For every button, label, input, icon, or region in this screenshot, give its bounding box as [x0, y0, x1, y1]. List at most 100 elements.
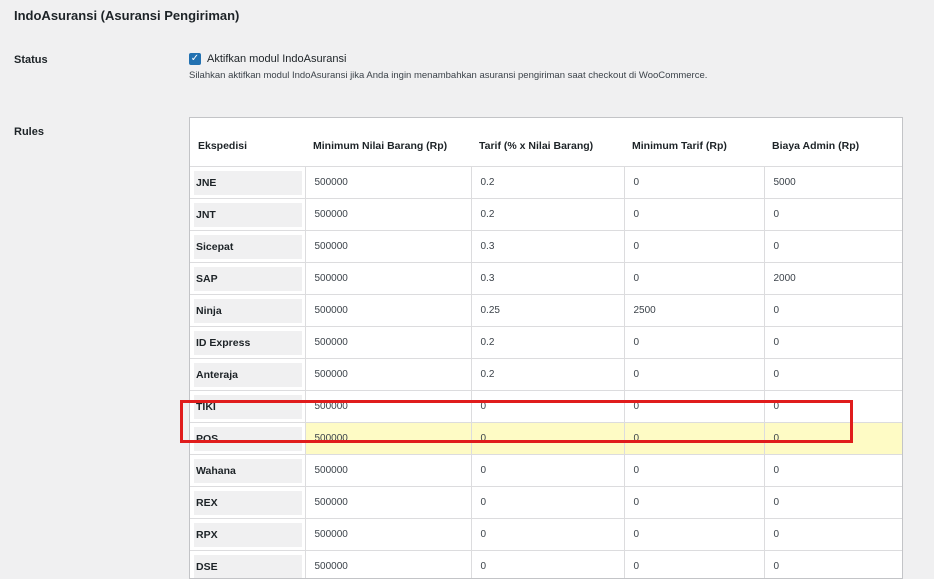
- tarif-input[interactable]: 0.3: [471, 263, 624, 295]
- checkmark-icon: ✓: [191, 53, 199, 65]
- table-row: Ninja5000000.2525000: [190, 295, 902, 327]
- status-label: Status: [14, 54, 48, 66]
- biaya-admin-input[interactable]: 0: [764, 199, 902, 231]
- min-nilai-input[interactable]: 500000: [305, 167, 471, 199]
- expedition-cell: JNT: [190, 199, 305, 231]
- tarif-input[interactable]: 0.25: [471, 295, 624, 327]
- min-nilai-input[interactable]: 500000: [305, 519, 471, 551]
- expedition-cell: Sicepat: [190, 231, 305, 263]
- table-header-row: Ekspedisi Minimum Nilai Barang (Rp) Tari…: [190, 118, 902, 167]
- status-checkbox-row[interactable]: ✓ Aktifkan modul IndoAsuransi: [189, 53, 346, 65]
- biaya-admin-input[interactable]: 0: [764, 423, 902, 455]
- min-nilai-input[interactable]: 500000: [305, 391, 471, 423]
- min-tarif-input[interactable]: 0: [624, 327, 764, 359]
- rules-table-body: JNE5000000.205000JNT5000000.200Sicepat50…: [190, 167, 902, 579]
- min-nilai-input[interactable]: 500000: [305, 423, 471, 455]
- column-header-min-nilai: Minimum Nilai Barang (Rp): [305, 118, 471, 167]
- table-row: POS500000000: [190, 423, 902, 455]
- expedition-cell: POS: [190, 423, 305, 455]
- table-row: REX500000000: [190, 487, 902, 519]
- expedition-cell: ID Express: [190, 327, 305, 359]
- table-row: Anteraja5000000.200: [190, 359, 902, 391]
- tarif-input[interactable]: 0: [471, 551, 624, 579]
- min-tarif-input[interactable]: 0: [624, 391, 764, 423]
- table-row: Wahana500000000: [190, 455, 902, 487]
- min-tarif-input[interactable]: 0: [624, 359, 764, 391]
- table-row: SAP5000000.302000: [190, 263, 902, 295]
- tarif-input[interactable]: 0: [471, 423, 624, 455]
- expedition-name: SAP: [194, 267, 302, 291]
- min-nilai-input[interactable]: 500000: [305, 199, 471, 231]
- biaya-admin-input[interactable]: 0: [764, 359, 902, 391]
- column-header-biaya-admin: Biaya Admin (Rp): [764, 118, 902, 167]
- expedition-cell: Wahana: [190, 455, 305, 487]
- table-row: TIKI500000000: [190, 391, 902, 423]
- enable-module-checkbox[interactable]: ✓: [189, 53, 201, 65]
- biaya-admin-input[interactable]: 0: [764, 327, 902, 359]
- biaya-admin-input[interactable]: 0: [764, 295, 902, 327]
- expedition-cell: SAP: [190, 263, 305, 295]
- expedition-name: REX: [194, 491, 302, 515]
- expedition-cell: RPX: [190, 519, 305, 551]
- min-nilai-input[interactable]: 500000: [305, 295, 471, 327]
- enable-module-label[interactable]: Aktifkan modul IndoAsuransi: [207, 53, 346, 65]
- tarif-input[interactable]: 0: [471, 455, 624, 487]
- min-nilai-input[interactable]: 500000: [305, 263, 471, 295]
- min-nilai-input[interactable]: 500000: [305, 455, 471, 487]
- expedition-name: Sicepat: [194, 235, 302, 259]
- rules-table: Ekspedisi Minimum Nilai Barang (Rp) Tari…: [190, 118, 902, 579]
- expedition-name: DSE: [194, 555, 302, 579]
- expedition-name: JNE: [194, 171, 302, 195]
- tarif-input[interactable]: 0.2: [471, 327, 624, 359]
- expedition-cell: TIKI: [190, 391, 305, 423]
- biaya-admin-input[interactable]: 0: [764, 487, 902, 519]
- tarif-input[interactable]: 0.2: [471, 199, 624, 231]
- biaya-admin-input[interactable]: 2000: [764, 263, 902, 295]
- table-row: JNT5000000.200: [190, 199, 902, 231]
- min-tarif-input[interactable]: 0: [624, 231, 764, 263]
- biaya-admin-input[interactable]: 5000: [764, 167, 902, 199]
- expedition-name: JNT: [194, 203, 302, 227]
- tarif-input[interactable]: 0.3: [471, 231, 624, 263]
- min-nilai-input[interactable]: 500000: [305, 327, 471, 359]
- min-tarif-input[interactable]: 0: [624, 423, 764, 455]
- expedition-cell: Anteraja: [190, 359, 305, 391]
- min-nilai-input[interactable]: 500000: [305, 231, 471, 263]
- min-tarif-input[interactable]: 0: [624, 551, 764, 579]
- min-nilai-input[interactable]: 500000: [305, 551, 471, 579]
- min-tarif-input[interactable]: 0: [624, 519, 764, 551]
- rules-label: Rules: [14, 126, 44, 138]
- expedition-name: Wahana: [194, 459, 302, 483]
- min-nilai-input[interactable]: 500000: [305, 359, 471, 391]
- min-tarif-input[interactable]: 0: [624, 199, 764, 231]
- min-nilai-input[interactable]: 500000: [305, 487, 471, 519]
- tarif-input[interactable]: 0.2: [471, 359, 624, 391]
- expedition-cell: REX: [190, 487, 305, 519]
- biaya-admin-input[interactable]: 0: [764, 231, 902, 263]
- tarif-input[interactable]: 0: [471, 391, 624, 423]
- table-row: JNE5000000.205000: [190, 167, 902, 199]
- rules-table-container: Ekspedisi Minimum Nilai Barang (Rp) Tari…: [189, 117, 903, 579]
- min-tarif-input[interactable]: 2500: [624, 295, 764, 327]
- biaya-admin-input[interactable]: 0: [764, 455, 902, 487]
- expedition-cell: Ninja: [190, 295, 305, 327]
- status-description: Silahkan aktifkan modul IndoAsuransi jik…: [189, 70, 707, 81]
- min-tarif-input[interactable]: 0: [624, 455, 764, 487]
- biaya-admin-input[interactable]: 0: [764, 391, 902, 423]
- min-tarif-input[interactable]: 0: [624, 263, 764, 295]
- table-row: RPX500000000: [190, 519, 902, 551]
- column-header-tarif: Tarif (% x Nilai Barang): [471, 118, 624, 167]
- expedition-cell: DSE: [190, 551, 305, 579]
- tarif-input[interactable]: 0: [471, 519, 624, 551]
- biaya-admin-input[interactable]: 0: [764, 519, 902, 551]
- min-tarif-input[interactable]: 0: [624, 167, 764, 199]
- tarif-input[interactable]: 0.2: [471, 167, 624, 199]
- min-tarif-input[interactable]: 0: [624, 487, 764, 519]
- tarif-input[interactable]: 0: [471, 487, 624, 519]
- table-row: Sicepat5000000.300: [190, 231, 902, 263]
- biaya-admin-input[interactable]: 0: [764, 551, 902, 579]
- expedition-name: Ninja: [194, 299, 302, 323]
- expedition-name: RPX: [194, 523, 302, 547]
- column-header-ekspedisi: Ekspedisi: [190, 118, 305, 167]
- table-row: DSE500000000: [190, 551, 902, 579]
